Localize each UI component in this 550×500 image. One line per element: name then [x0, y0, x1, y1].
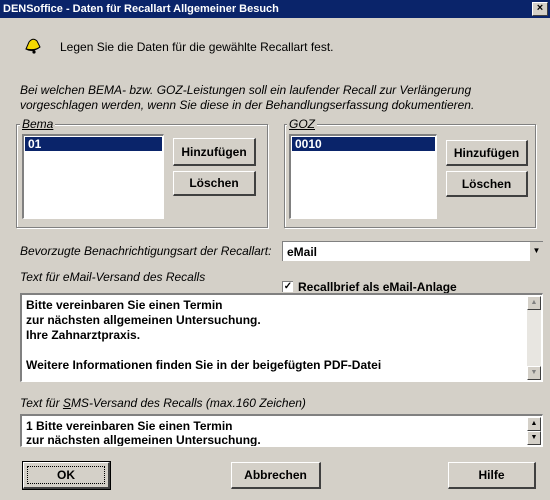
email-line-2: zur nächsten allgemeinen Untersuchung. — [26, 313, 261, 327]
close-button[interactable]: × — [532, 2, 548, 16]
sms-text-label: Text für SMS-Versand des Recalls (max.16… — [20, 396, 306, 410]
header-text: Legen Sie die Daten für die gewählte Rec… — [60, 40, 334, 54]
email-line-5: Weitere Informationen finden Sie in der … — [26, 358, 382, 372]
bema-listbox[interactable]: 01 — [22, 134, 164, 219]
goz-listbox[interactable]: 0010 — [289, 134, 437, 219]
goz-delete-button[interactable]: Löschen — [446, 171, 528, 197]
email-line-3: Ihre Zahnarztpraxis. — [26, 328, 141, 342]
description-line-1: Bei welchen BEMA- bzw. GOZ-Leistungen so… — [20, 83, 472, 97]
sms-line-2: zur nächsten allgemeinen Untersuchung. — [26, 433, 261, 447]
cancel-button[interactable]: Abbrechen — [231, 462, 321, 489]
email-attachment-checkbox[interactable]: ✓ — [282, 281, 293, 292]
bema-group-label: Bema — [20, 117, 56, 131]
scroll-down-icon[interactable]: ▼ — [527, 431, 541, 445]
email-text-label: Text für eMail-Versand des Recalls — [20, 270, 206, 284]
window-title: DENSoffice - Daten für Recallart Allgeme… — [3, 3, 279, 15]
scroll-down-icon[interactable]: ▼ — [527, 366, 541, 380]
notification-label: Bevorzugte Benachrichtigungsart der Reca… — [20, 244, 272, 258]
help-button[interactable]: Hilfe — [448, 462, 536, 489]
goz-add-button[interactable]: Hinzufügen — [446, 140, 528, 166]
title-bar[interactable]: DENSoffice - Daten für Recallart Allgeme… — [0, 0, 550, 18]
goz-group-label: GOZ — [287, 117, 317, 131]
goz-list-item[interactable]: 0010 — [292, 137, 435, 151]
sms-textarea[interactable]: 1 Bitte vereinbaren Sie einen Termin zur… — [20, 414, 543, 447]
sms-scrollbar[interactable]: ▲ ▼ — [527, 417, 541, 445]
dropdown-arrow-icon[interactable]: ▼ — [529, 242, 543, 261]
notification-select[interactable]: eMail ▼ — [282, 241, 543, 261]
bema-list-item[interactable]: 01 — [25, 137, 162, 151]
scroll-up-icon[interactable]: ▲ — [527, 417, 541, 431]
scroll-up-icon[interactable]: ▲ — [527, 296, 541, 310]
description-text: Bei welchen BEMA- bzw. GOZ-Leistungen so… — [20, 83, 530, 113]
description-line-2: vorgeschlagen werden, wenn Sie diese in … — [20, 98, 475, 112]
email-line-1: Bitte vereinbaren Sie einen Termin — [26, 298, 223, 312]
bema-delete-button[interactable]: Löschen — [173, 171, 256, 196]
bell-icon — [25, 38, 41, 54]
notification-value: eMail — [287, 245, 318, 259]
email-textarea[interactable]: Bitte vereinbaren Sie einen Termin zur n… — [20, 293, 543, 382]
recall-dialog: DENSoffice - Daten für Recallart Allgeme… — [0, 0, 550, 500]
sms-line-1: 1 Bitte vereinbaren Sie einen Termin — [26, 419, 233, 433]
email-scrollbar[interactable]: ▲ ▼ — [527, 296, 541, 380]
bema-add-button[interactable]: Hinzufügen — [173, 138, 256, 166]
email-attachment-label: Recallbrief als eMail-Anlage — [298, 280, 457, 294]
ok-button[interactable]: OK — [22, 461, 111, 490]
